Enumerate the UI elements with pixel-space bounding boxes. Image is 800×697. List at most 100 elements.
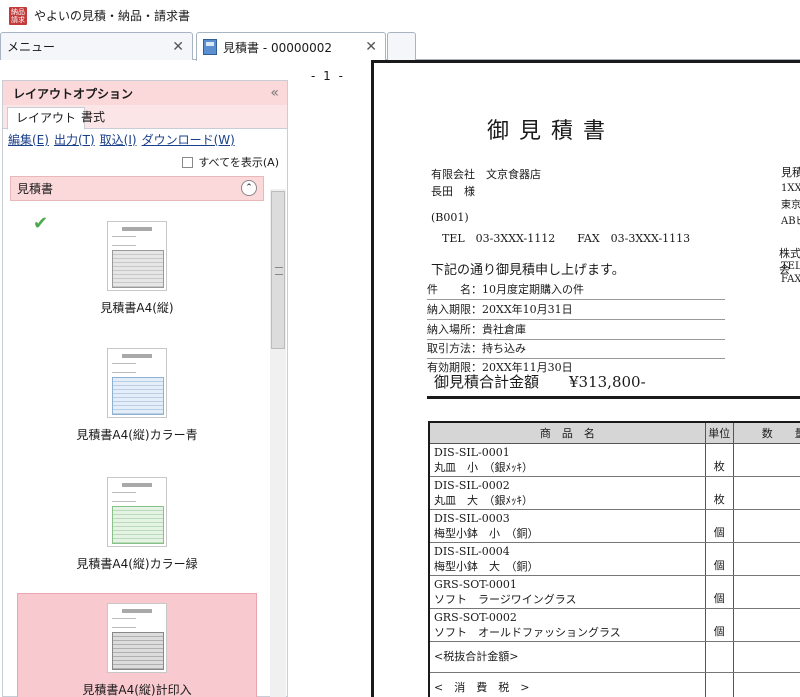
table-row: GRS-SOT-0001 ソフト ラージワイングラス 個 (428, 575, 800, 609)
template-thumbnail (107, 348, 167, 418)
window-title: やよいの見積・納品・請求書 (34, 9, 191, 23)
vertical-scrollbar[interactable] (270, 189, 286, 697)
item-name: 丸皿 大 （銀ﾒｯｷ） (434, 493, 533, 507)
item-cell: DIS-SIL-0004 梅型小鉢 大 （銅） (428, 542, 706, 576)
item-unit: 枚 (704, 443, 734, 477)
customer-company: 有限会社 文京食器店 (431, 168, 541, 181)
header-quantity: 数 量 (732, 421, 800, 444)
issuer-address-1: 1XX- (781, 183, 800, 194)
template-thumbnail (107, 221, 167, 291)
empty-cell (732, 641, 800, 673)
item-quantity (732, 542, 800, 576)
item-name: 丸皿 小 （銀ﾒｯｷ） (434, 460, 533, 474)
tab-menu[interactable]: メニュー ✕ (0, 32, 193, 60)
download-link[interactable]: ダウンロード(W) (142, 131, 235, 148)
document-tab-strip: メニュー ✕ 見積書 - 00000002 ✕ (0, 31, 800, 61)
estimate-document-preview: 御見積書 有限会社 文京食器店 長田 様 (B001) TEL 03-3XXX-… (371, 60, 800, 697)
template-label: 見積書A4(縦)計印入 (82, 683, 192, 697)
tax-row: < 消 費 税 > (428, 672, 800, 697)
item-unit: 個 (704, 608, 734, 642)
tab-estimate[interactable]: 見積書 - 00000002 ✕ (196, 32, 386, 61)
panel-title: レイアウトオプション (13, 86, 134, 101)
item-name: 梅型小鉢 小 （銅） (434, 526, 539, 540)
item-code: GRS-SOT-0001 (434, 577, 517, 591)
item-unit: 個 (704, 575, 734, 609)
close-icon[interactable]: ✕ (172, 39, 184, 55)
item-unit: 個 (704, 542, 734, 576)
panel-header: レイアウトオプション « (3, 81, 287, 105)
issuer-label: 見積 (781, 166, 800, 179)
empty-cell (704, 672, 734, 697)
template-thumbnail (107, 603, 167, 673)
table-row: GRS-SOT-0002 ソフト オールドファッショングラス 個 (428, 608, 800, 642)
chevron-up-icon[interactable]: ⌃ (241, 180, 257, 196)
section-header-estimate[interactable]: 見積書 ⌃ (10, 176, 264, 201)
template-label: 見積書A4(縦) (100, 301, 174, 315)
customer-person: 長田 様 (431, 185, 475, 198)
table-row: DIS-SIL-0001 丸皿 小 （銀ﾒｯｷ） 枚 (428, 443, 800, 477)
table-row: DIS-SIL-0002 丸皿 大 （銀ﾒｯｷ） 枚 (428, 476, 800, 510)
item-quantity (732, 608, 800, 642)
item-code: DIS-SIL-0004 (434, 544, 510, 558)
item-code: DIS-SIL-0002 (434, 478, 510, 492)
section-label: 見積書 (17, 182, 54, 196)
item-quantity (732, 575, 800, 609)
table-header-row: 商 品 名 単位 数 量 (428, 421, 800, 444)
show-all-checkbox[interactable]: すべてを表示(A) (182, 154, 279, 170)
table-row: DIS-SIL-0003 梅型小鉢 小 （銅） 個 (428, 509, 800, 543)
issuer-fax: FAX (781, 274, 800, 285)
item-cell: DIS-SIL-0001 丸皿 小 （銀ﾒｯｷ） (428, 443, 706, 477)
header-unit: 単位 (704, 421, 734, 444)
item-code: GRS-SOT-0002 (434, 610, 517, 624)
item-code: DIS-SIL-0001 (434, 445, 510, 459)
item-cell: DIS-SIL-0003 梅型小鉢 小 （銅） (428, 509, 706, 543)
title-bar: 納品請求 やよいの見積・納品・請求書 (0, 0, 800, 31)
subject-line: 件 名：10月度定期購入の件 (427, 281, 725, 300)
collapse-panel-icon[interactable]: « (270, 85, 279, 101)
template-label: 見積書A4(縦)カラー青 (76, 428, 198, 442)
template-item[interactable]: ✔ 見積書A4(縦) (17, 213, 257, 316)
customer-code: (B001) (431, 211, 469, 224)
item-code: DIS-SIL-0003 (434, 511, 510, 525)
item-cell: GRS-SOT-0002 ソフト オールドファッショングラス (428, 608, 706, 642)
delivery-date-line: 納入期限：20XX年10月31日 (427, 301, 725, 320)
issuer-address-2: 東京 (781, 200, 800, 211)
checkbox-icon[interactable] (182, 156, 194, 168)
item-name: ソフト ラージワイングラス (434, 592, 577, 606)
item-name: ソフト オールドファッショングラス (434, 625, 621, 639)
new-tab-button[interactable] (387, 32, 416, 60)
item-name: 梅型小鉢 大 （銅） (434, 559, 539, 573)
export-link[interactable]: 出力(T) (54, 131, 95, 148)
empty-cell (704, 641, 734, 673)
trade-method-line: 取引方法：持ち込み (427, 340, 725, 359)
subtotal-label: <税抜合計金額> (428, 641, 706, 673)
template-item[interactable]: 見積書A4(縦)カラー青 (17, 348, 257, 443)
item-cell: DIS-SIL-0002 丸皿 大 （銀ﾒｯｷ） (428, 476, 706, 510)
template-thumbnail (107, 477, 167, 547)
item-quantity (732, 476, 800, 510)
delivery-place-line: 納入場所：貴社倉庫 (427, 321, 725, 340)
document-title: 御見積書 (487, 119, 616, 144)
tab-estimate-label: 見積書 - 00000002 (223, 40, 333, 55)
subtotal-row: <税抜合計金額> (428, 641, 800, 673)
total-amount: 御見積合計金額 ¥313,800- (434, 373, 646, 391)
tab-menu-label: メニュー (7, 40, 56, 54)
total-underline (427, 396, 800, 399)
tab-format[interactable]: 書式 (73, 107, 113, 129)
show-all-label: すべてを表示(A) (198, 156, 279, 169)
empty-cell (732, 672, 800, 697)
page-indicator: - 1 - (311, 69, 345, 83)
tax-label: < 消 費 税 > (428, 672, 706, 697)
edit-link[interactable]: 編集(E) (8, 131, 49, 148)
close-icon[interactable]: ✕ (365, 39, 377, 55)
item-unit: 個 (704, 509, 734, 543)
app-logo-icon: 納品請求 (9, 6, 27, 25)
import-link[interactable]: 取込(I) (100, 131, 137, 148)
scrollbar-thumb[interactable] (271, 191, 285, 349)
items-table: 商 品 名 単位 数 量 DIS-SIL-0001丸皿 小 （銀ﾒｯｷ） 枚 D… (428, 421, 800, 697)
app-logo-text: 納品請求 (11, 7, 25, 24)
item-quantity (732, 509, 800, 543)
template-item[interactable]: 見積書A4(縦)カラー緑 (17, 477, 257, 572)
template-item-selected[interactable]: 見積書A4(縦)計印入 (17, 593, 257, 697)
item-quantity (732, 443, 800, 477)
